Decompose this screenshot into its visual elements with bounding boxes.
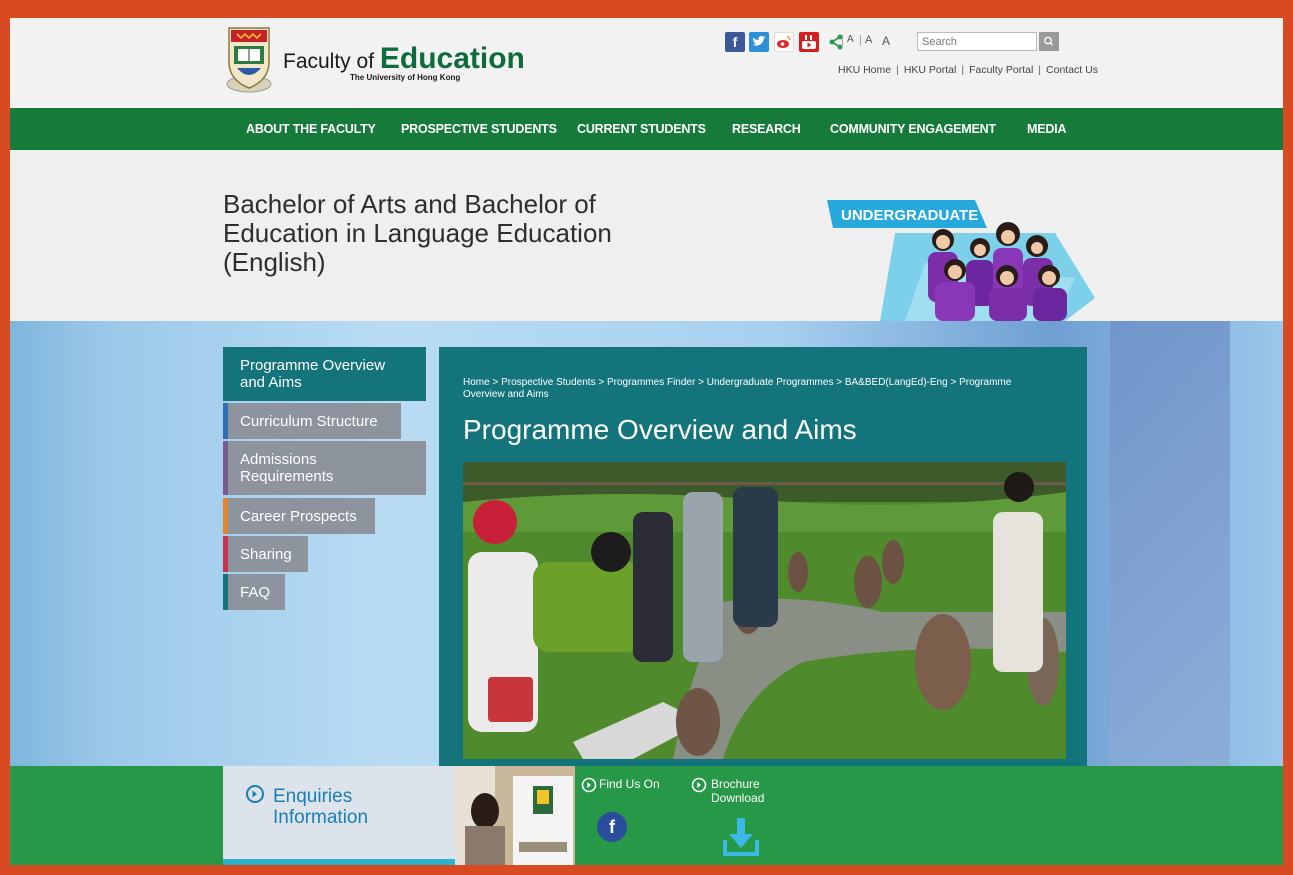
font-size-large-button[interactable]: A (882, 34, 890, 48)
enquiries-information-link[interactable]: Enquiries Information (273, 786, 423, 828)
sidebar-item-programme-overview[interactable]: Programme Overview and Aims (223, 347, 426, 401)
sidebar-item-sharing[interactable]: Sharing (223, 536, 308, 572)
search-button[interactable] (1039, 32, 1059, 51)
divider: | (1038, 64, 1042, 76)
nav-about-the-faculty[interactable]: ABOUT THE FACULTY (246, 122, 376, 136)
find-us-on-label: Find Us On (599, 777, 660, 791)
search-input[interactable] (917, 32, 1037, 51)
brochure-download-label[interactable]: Brochure Download (711, 777, 791, 805)
divider: | (896, 64, 899, 76)
nav-research[interactable]: RESEARCH (732, 122, 801, 136)
enquiries-box[interactable]: Enquiries Information (223, 766, 455, 865)
divider: | (841, 34, 844, 46)
divider: | (859, 34, 862, 46)
utility-links: HKU Home | HKU Portal | Faculty Portal | Conta… (838, 64, 1098, 76)
programme-banner: Bachelor of Arts and Bachelor of Educati… (10, 150, 1283, 321)
download-icon[interactable] (722, 816, 760, 858)
arrow-circle-icon (691, 777, 707, 793)
facebook-icon[interactable]: f (725, 32, 745, 52)
hku-home-link[interactable]: HKU Home (838, 64, 891, 76)
nav-media[interactable]: MEDIA (1027, 122, 1066, 136)
content-panel: Home > Prospective Students > Programmes… (439, 347, 1087, 766)
nav-current-students[interactable]: CURRENT STUDENTS (577, 122, 706, 136)
hku-crest-icon[interactable] (225, 24, 273, 94)
arrow-circle-icon (581, 777, 597, 793)
background-sky (1110, 321, 1230, 766)
main-nav: ABOUT THE FACULTY PROSPECTIVE STUDENTS C… (10, 108, 1283, 150)
students-classroom-photo (455, 766, 575, 865)
sidebar-item-label: FAQ (240, 583, 271, 601)
accent-bar (223, 859, 455, 865)
sidebar-item-admissions-requirements[interactable]: Admissions Requirements (223, 441, 426, 495)
sidebar-item-label: Curriculum Structure (240, 412, 378, 430)
font-size-small-button[interactable]: A (847, 34, 854, 45)
browser-viewport: Faculty of Education The University of H… (10, 18, 1283, 865)
twitter-icon[interactable] (749, 32, 769, 52)
sidebar-item-career-prospects[interactable]: Career Prospects (223, 498, 375, 534)
breadcrumb[interactable]: Home > Prospective Students > Programmes… (463, 377, 1053, 401)
footer-bar: Enquiries Information Find Us On f Broch… (10, 766, 1283, 865)
nav-prospective-students[interactable]: PROSPECTIVE STUDENTS (401, 122, 557, 136)
faculty-logo-text[interactable]: Faculty of Education (283, 42, 525, 76)
youtube-icon[interactable] (799, 32, 819, 52)
sidebar-item-label: Career Prospects (240, 507, 357, 525)
main-content-area: Programme Overview and Aims Curriculum S… (10, 321, 1283, 766)
hku-portal-link[interactable]: HKU Portal (904, 64, 957, 76)
faculty-portal-link[interactable]: Faculty Portal (969, 64, 1033, 76)
contact-us-link[interactable]: Contact Us (1046, 64, 1098, 76)
weibo-icon[interactable] (774, 32, 794, 52)
kangaroo-park-photo (463, 462, 1066, 759)
site-header: Faculty of Education The University of H… (10, 18, 1283, 108)
page-title: Bachelor of Arts and Bachelor of Educati… (223, 189, 612, 277)
font-size-medium-button[interactable]: A (865, 34, 872, 46)
sidebar-item-label: Sharing (240, 545, 292, 563)
facebook-icon[interactable]: f (597, 812, 627, 842)
undergraduate-badge: UNDERGRADUATE (841, 207, 978, 224)
nav-community-engagement[interactable]: COMMUNITY ENGAGEMENT (830, 122, 996, 136)
university-name: The University of Hong Kong (350, 73, 461, 82)
sidebar-item-label: Programme Overview and Aims (240, 357, 386, 391)
divider: | (961, 64, 965, 76)
sidebar-item-curriculum-structure[interactable]: Curriculum Structure (223, 403, 401, 439)
sidebar-item-faq[interactable]: FAQ (223, 574, 285, 610)
arrow-circle-icon (246, 785, 264, 803)
sidebar-item-label: Admissions Requirements (240, 451, 334, 485)
undergraduate-students-image: UNDERGRADUATE (827, 200, 1095, 321)
search-icon (1044, 36, 1054, 46)
content-title: Programme Overview and Aims (463, 414, 857, 445)
